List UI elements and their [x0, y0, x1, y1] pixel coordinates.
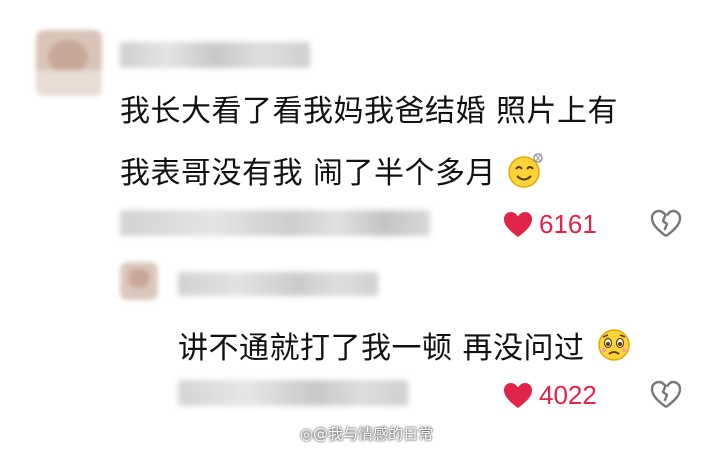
- reply-text-body: 讲不通就打了我一顿 再没问过: [178, 331, 585, 366]
- comment-text-line-2-body: 我表哥没有我 闹了半个多月: [120, 156, 497, 191]
- comment-like-count: 6161: [539, 209, 597, 239]
- broken-heart-icon: [650, 380, 682, 408]
- watermark-text: @我与情感的日常: [313, 425, 434, 443]
- comment-text-line-2: 我表哥没有我 闹了半个多月: [120, 152, 546, 194]
- replier-username[interactable]: [178, 272, 378, 296]
- weibo-watermark: ◎@我与情感的日常: [300, 423, 433, 444]
- heart-icon: [504, 382, 532, 408]
- commenter-avatar[interactable]: [36, 30, 102, 96]
- dizzy-smile-emoji-icon: [506, 152, 546, 194]
- reply-like-button[interactable]: 4022: [503, 380, 597, 411]
- reply-dislike-button[interactable]: [650, 380, 682, 414]
- reply-like-count: 4022: [539, 380, 597, 410]
- heart-icon: [504, 211, 532, 237]
- reply-timestamp: [178, 380, 408, 406]
- reply-text: 讲不通就打了我一顿 再没问过: [178, 327, 633, 369]
- commenter-username[interactable]: [120, 42, 310, 68]
- weibo-logo-icon: ◎: [300, 425, 314, 443]
- replier-avatar[interactable]: [120, 262, 158, 300]
- broken-heart-icon: [650, 209, 682, 237]
- pleading-face-emoji-icon: [595, 327, 633, 369]
- comment-text-line-1: 我长大看了看我妈我爸结婚 照片上有: [120, 94, 619, 129]
- comment-timestamp: [120, 210, 430, 236]
- comment-like-button[interactable]: 6161: [503, 209, 597, 240]
- comment-dislike-button[interactable]: [650, 209, 682, 243]
